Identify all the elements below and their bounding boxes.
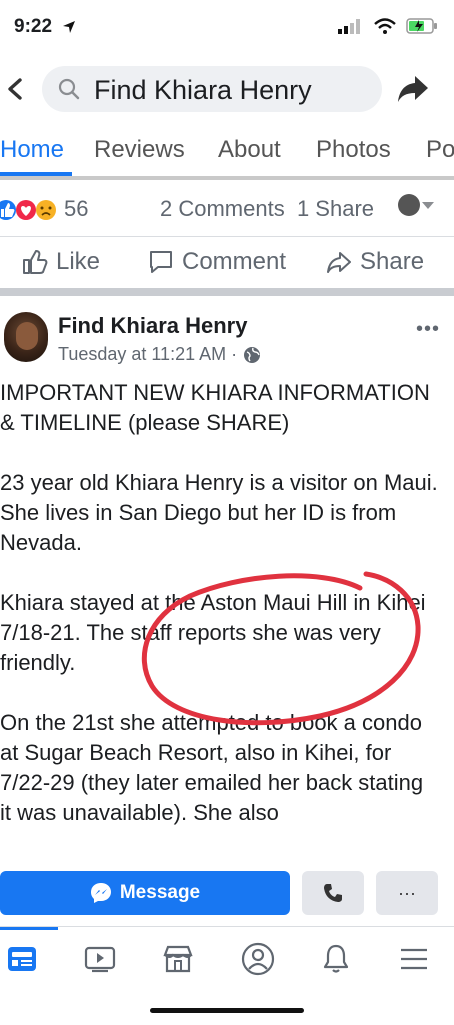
signal-icon xyxy=(338,19,360,34)
more-button[interactable]: ··· xyxy=(376,871,438,915)
watch-icon xyxy=(84,946,116,973)
comments-count[interactable]: 2 Comments xyxy=(160,196,285,221)
avatar-small[interactable] xyxy=(398,194,420,216)
tab-reviews[interactable]: Reviews xyxy=(94,136,185,164)
share-page-button[interactable] xyxy=(396,72,430,109)
comments-shares-count[interactable]: 2 Comments 1 Share xyxy=(160,196,374,222)
battery-icon xyxy=(406,18,437,34)
call-button[interactable] xyxy=(302,871,364,915)
share-button[interactable]: Share xyxy=(326,248,424,276)
shares-count[interactable]: 1 Share xyxy=(297,196,374,221)
tab-posts[interactable]: Po xyxy=(426,136,454,164)
tab-home[interactable]: Home xyxy=(0,136,64,164)
like-thumb-icon xyxy=(23,250,48,274)
post-time[interactable]: Tuesday at 11:21 AM · xyxy=(58,344,237,365)
active-tab-indicator xyxy=(0,927,58,930)
tab-profile[interactable] xyxy=(238,939,278,979)
share-label: Share xyxy=(360,248,425,275)
globe-icon xyxy=(244,346,261,363)
status-bar: 9:22 xyxy=(0,0,454,56)
share-arrow-icon xyxy=(398,76,428,102)
home-indicator xyxy=(150,1008,304,1013)
location-arrow-icon xyxy=(63,21,75,33)
chevron-down-icon[interactable] xyxy=(422,202,434,210)
post-options-button[interactable]: ••• xyxy=(416,318,440,341)
tab-news-feed[interactable] xyxy=(2,939,42,979)
search-query: Find Khiara Henry xyxy=(94,75,312,105)
section-divider xyxy=(0,288,454,296)
menu-icon xyxy=(401,948,427,970)
reaction-count[interactable]: 56 xyxy=(64,196,88,222)
reactions-row: 56 2 Comments 1 Share xyxy=(0,192,454,226)
post-meta: Tuesday at 11:21 AM · xyxy=(58,344,261,365)
messenger-icon xyxy=(90,883,111,903)
avatar[interactable] xyxy=(4,312,48,362)
divider xyxy=(0,236,454,237)
tab-about[interactable]: About xyxy=(218,136,281,164)
bell-icon xyxy=(323,944,349,973)
tab-menu[interactable] xyxy=(394,939,434,979)
message-button[interactable]: Message xyxy=(0,871,290,915)
tab-marketplace[interactable] xyxy=(158,939,198,979)
profile-icon xyxy=(241,942,275,976)
like-label: Like xyxy=(56,248,101,275)
more-label: ··· xyxy=(398,882,416,903)
comment-label: Comment xyxy=(182,248,287,275)
tab-photos[interactable]: Photos xyxy=(316,136,391,164)
back-chevron-icon xyxy=(8,78,22,100)
wifi-icon xyxy=(374,18,396,34)
share-icon xyxy=(327,252,351,273)
post-paragraph: 23 year old Khiara Henry is a visitor on… xyxy=(0,470,438,555)
comment-button[interactable]: Comment xyxy=(148,248,286,276)
comment-bubble-icon xyxy=(150,251,172,273)
news-feed-icon xyxy=(8,947,36,971)
photo-strip xyxy=(0,176,454,180)
tab-watch[interactable] xyxy=(80,939,120,979)
tab-notifications[interactable] xyxy=(316,939,356,979)
status-icons xyxy=(338,18,438,34)
red-annotation-circle xyxy=(141,571,421,726)
search-icon xyxy=(58,78,80,100)
phone-icon xyxy=(324,884,342,902)
marketplace-icon xyxy=(163,945,193,973)
page-tabs: Home Reviews About Photos Po xyxy=(0,126,454,179)
reaction-icons[interactable] xyxy=(0,198,62,222)
back-button[interactable] xyxy=(4,70,34,108)
post-paragraph: IMPORTANT NEW KHIARA INFORMATION & TIMEL… xyxy=(0,380,430,435)
status-time: 9:22 xyxy=(14,16,53,37)
post-author[interactable]: Find Khiara Henry xyxy=(58,313,247,339)
like-button[interactable]: Like xyxy=(22,248,100,276)
message-label: Message xyxy=(119,882,201,903)
search-bar[interactable]: Find Khiara Henry xyxy=(42,66,382,112)
